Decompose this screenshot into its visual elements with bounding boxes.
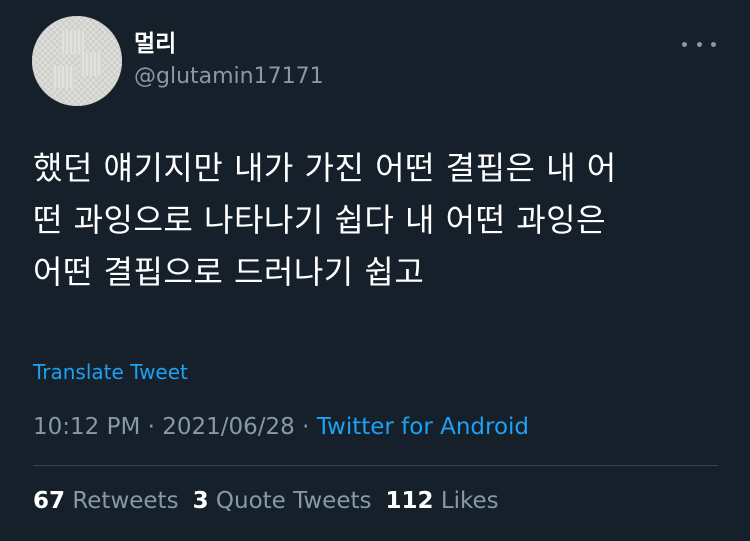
divider xyxy=(33,465,718,466)
tweet-source-link[interactable]: Twitter for Android xyxy=(317,414,529,440)
quote-tweets-stat[interactable]: 3 Quote Tweets xyxy=(193,488,372,514)
quote-tweets-count: 3 xyxy=(192,488,209,514)
quote-tweets-label: Quote Tweets xyxy=(215,488,372,514)
avatar-image xyxy=(32,16,122,106)
avatar[interactable] xyxy=(32,16,122,106)
tweet-detail: 멀리 @glutamin17171 했던 얘기지만 내가 가진 어떤 결핍은 내… xyxy=(0,0,750,541)
retweets-stat[interactable]: 67 Retweets xyxy=(33,488,179,514)
likes-label: Likes xyxy=(440,488,499,514)
tweet-time[interactable]: 10:12 PM xyxy=(33,414,140,440)
tweet-text-line: 했던 얘기지만 내가 가진 어떤 결핍은 내 어 xyxy=(33,149,617,187)
more-dot xyxy=(711,41,716,47)
tweet-date[interactable]: 2021/06/28 xyxy=(162,414,295,440)
tweet-text: 했던 얘기지만 내가 가진 어떤 결핍은 내 어 떤 과잉으로 나타나기 쉽다 … xyxy=(33,142,723,298)
likes-stat[interactable]: 112 Likes xyxy=(385,488,498,514)
more-dot xyxy=(696,41,702,47)
more-horizontal-icon[interactable] xyxy=(682,34,716,54)
meta-separator: · xyxy=(147,414,155,440)
meta-separator: · xyxy=(302,414,310,440)
display-name[interactable]: 멀리 xyxy=(134,30,176,58)
tweet-metadata: 10:12 PM · 2021/06/28 · Twitter for Andr… xyxy=(33,412,529,442)
tweet-text-line: 어떤 결핍으로 드러나기 쉽고 xyxy=(33,253,425,291)
user-handle[interactable]: @glutamin17171 xyxy=(134,63,324,91)
translate-tweet-link[interactable]: Translate Tweet xyxy=(33,358,188,386)
more-dot xyxy=(682,41,687,47)
likes-count: 112 xyxy=(385,488,434,514)
retweets-label: Retweets xyxy=(72,488,179,514)
tweet-text-line: 떤 과잉으로 나타나기 쉽다 내 어떤 과잉은 xyxy=(33,201,607,239)
retweets-count: 67 xyxy=(33,488,66,514)
engagement-stats: 67 Retweets 3 Quote Tweets 112 Likes xyxy=(33,486,499,516)
